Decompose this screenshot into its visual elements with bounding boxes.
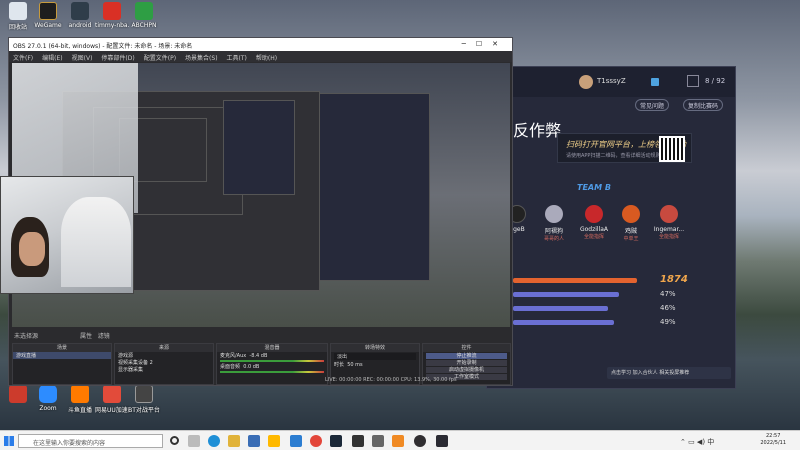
chrome-icon[interactable] [310,435,322,447]
player-card[interactable]: GodzillaA 全能指挥 [574,205,614,240]
menu-bar: 文件(F) 编辑(E) 视图(V) 停靠部件(D) 配置文件(P) 场景集合(S) 工具(T… [9,51,512,62]
transition-select[interactable]: 淡出 [334,353,416,360]
stat-value: 49% [660,318,676,326]
avatar[interactable] [579,75,593,89]
menu-help[interactable]: 帮助(H) [256,55,277,62]
taskbar: 在这里输入你要搜索的内容 ⌃ ▭ ◀) 中 22:57 2022/5/11 [0,430,800,450]
nested-client-capture-2 [223,100,295,195]
menu-view[interactable]: 视图(V) [72,55,93,62]
mixer-channel-label: 麦克风/Aux -8.4 dB [220,353,268,359]
tent-background [61,197,131,287]
player-card[interactable]: Ingemar... 全能指挥 [649,205,689,240]
apps-icon[interactable] [651,78,659,86]
vscode-icon[interactable] [290,435,302,447]
player-card[interactable]: 鸡贼 中单王 [611,205,651,242]
window-title: OBS 27.0.1 (64-bit, windows) - 配置文件: 未命名… [13,43,193,50]
obs-taskbar-icon[interactable] [414,435,426,447]
client-bottom-bar[interactable]: 点击学习 加入合伙人 相关投屏推荐 [607,367,731,379]
file-explorer-icon[interactable] [228,435,240,447]
username: T1sssyZ [597,77,626,85]
nested-client-capture [312,93,430,281]
edge-icon[interactable] [208,435,220,447]
mail-icon[interactable] [268,435,280,447]
desktop-icon-bt[interactable]: BT对战平台 [127,385,161,414]
team-label: TEAM B [577,183,611,192]
server-count: 8 / 92 [705,77,726,85]
stat-bar [513,292,648,297]
start-recording-button[interactable]: 开始录制 [426,360,507,366]
desktop-icon-douyu[interactable]: 斗鱼直播 [63,385,97,414]
menu-edit[interactable]: 编辑(E) [42,55,62,62]
tray-icons[interactable]: ⌃ ▭ ◀) 中 [680,437,714,447]
transition-duration[interactable]: 时长 50 ms [331,361,419,368]
audio-meter [220,371,324,373]
game-client-window: T1sssyZ 8 / 92 常见问题 复制比赛码 反作弊 扫码打开官网平台，上… [486,66,736,389]
qr-code [659,136,685,162]
desktop-icon-recycle[interactable]: 回收站 [1,2,35,31]
app-icon[interactable] [372,435,384,447]
menu-tools[interactable]: 工具(T) [227,55,247,62]
person-face [19,232,45,266]
stat-value: 1874 [660,274,688,285]
client-topbar: T1sssyZ 8 / 92 [487,67,735,97]
audio-meter [220,360,324,362]
banner-subtitle: 请使用APP扫描二维码，查看详细活动规则 [566,153,661,159]
no-source-label: 未选择源 [14,333,39,340]
app-icon[interactable] [352,435,364,447]
desktop-icon-pdf[interactable]: timmy-nba... [95,2,129,29]
properties-button[interactable]: 属性 [80,333,92,340]
stop-streaming-button[interactable]: 停止推流 [426,353,507,359]
desktop-icon-abchpn[interactable]: ABCHPN [127,2,161,29]
start-icon[interactable] [4,436,14,446]
desktop-icon-red[interactable] [1,385,35,405]
scenes-panel: 场景 游戏直播 [12,343,112,385]
copy-code-button[interactable]: 复制比赛码 [683,99,724,111]
steam-icon[interactable] [330,435,342,447]
search-input[interactable]: 在这里输入你要搜索的内容 [18,434,163,448]
filters-button[interactable]: 滤镜 [98,333,110,340]
menu-docks[interactable]: 停靠部件(D) [101,55,134,62]
cortana-icon[interactable] [170,436,179,445]
source-item[interactable]: 显示器采集 [115,366,213,373]
stat-bar [513,320,648,325]
app-icon[interactable] [392,435,404,447]
sources-panel: 来源 游戏源 视频采集设备 2 显示器采集 [114,343,214,385]
app-icon[interactable] [436,435,448,447]
mixer-panel: 混音器 麦克风/Aux -8.4 dB 桌面音频 0.0 dB [216,343,328,385]
desktop-icon-zoom[interactable]: Zoom [31,385,65,412]
window-controls[interactable]: ─☐✕ [462,40,508,48]
menu-scene-collection[interactable]: 场景集合(S) [185,55,218,62]
desktop-icon-android[interactable]: android [63,2,97,29]
scene-item[interactable]: 游戏直播 [13,352,111,359]
task-view-icon[interactable] [188,435,200,447]
stat-bar [513,306,648,311]
source-toolbar: 未选择源 属性 滤镜 [12,329,510,341]
page-title: 反作弊 [513,121,562,140]
webcam-overlay [0,176,134,294]
stat-bar [513,278,648,283]
menu-file[interactable]: 文件(F) [13,55,33,62]
taskbar-clock[interactable]: 22:57 2022/5/11 [760,433,786,447]
mixer-channel-label: 桌面音频 0.0 dB [220,364,260,370]
status-bar: LIVE: 00:00:00 REC: 00:00:00 CPU: 13.9%,… [325,377,457,383]
desktop-icon-wegame[interactable]: WeGame [31,2,65,29]
stat-value: 46% [660,304,676,312]
store-icon[interactable] [248,435,260,447]
server-icon[interactable] [687,75,699,87]
source-item[interactable]: 游戏源 [115,352,213,359]
virtual-camera-button[interactable]: 启动虚拟摄像机 [426,367,507,373]
source-item[interactable]: 视频采集设备 2 [115,359,213,366]
faq-button[interactable]: 常见问题 [635,99,670,111]
stat-value: 47% [660,290,676,298]
desktop-icon-uu[interactable]: 网易UU加速器 [95,385,129,414]
obs-titlebar: OBS 27.0.1 (64-bit, windows) - 配置文件: 未命名… [9,38,512,51]
menu-profile[interactable]: 配置文件(P) [144,55,176,62]
player-card[interactable]: 阿褶狗 哥哥的人 [534,205,574,242]
